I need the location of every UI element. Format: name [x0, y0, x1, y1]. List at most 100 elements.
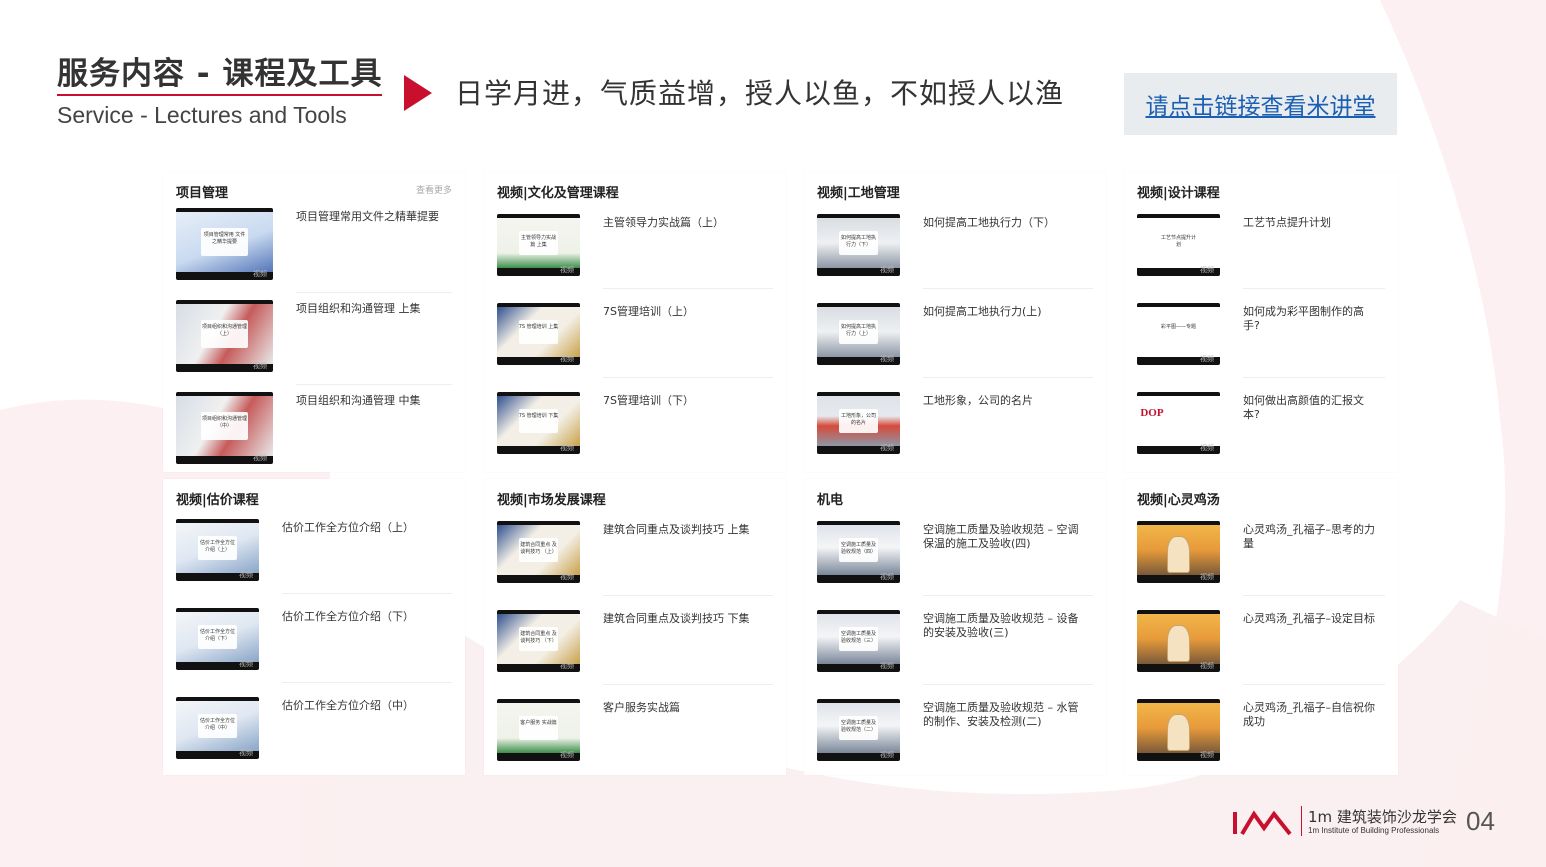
course-title-link[interactable]: 心灵鸡汤_孔福子–自信祝你成功 [1243, 701, 1377, 729]
video-tag: 视频 [1200, 355, 1214, 363]
video-thumbnail[interactable]: 视频 [1137, 521, 1220, 583]
video-thumbnail[interactable]: 如何提高工地执行力（下） 视频 [817, 214, 900, 276]
footer-org-name-en: 1m Institute of Building Professionals [1308, 826, 1440, 835]
course-title-link[interactable]: 客户服务实战篇 [603, 701, 765, 715]
video-thumbnail[interactable]: 空调施工质量及验收规范（四） 视频 [817, 521, 900, 583]
course-item[interactable]: 空调施工质量及验收规范（四） 视频 空调施工质量及验收规范 – 空调保温的施工及验收… [817, 521, 1093, 589]
course-title-link[interactable]: 估价工作全方位介绍（下） [282, 610, 444, 624]
video-thumbnail[interactable]: DOP 视频 [1137, 392, 1220, 454]
video-thumbnail[interactable]: 建筑合同重点 及谈判技巧 （上） 视频 [497, 521, 580, 583]
course-item[interactable]: 7S 管理培训 下集 视频 7S管理培训（下） [497, 392, 773, 460]
course-title-link[interactable]: 心灵鸡汤_孔福子–设定目标 [1243, 612, 1377, 626]
course-item[interactable]: 空调施工质量及验收规范（二） 视频 空调施工质量及验收规范 – 水管的制作、安装及检… [817, 699, 1093, 767]
course-title-link[interactable]: 项目组织和沟通管理 上集 [296, 302, 444, 316]
row-divider [1243, 288, 1385, 289]
course-title-link[interactable]: 建筑合同重点及谈判技巧 上集 [603, 523, 765, 537]
video-thumbnail[interactable]: 估价工作全方位介绍（中） 视频 [176, 697, 259, 759]
thumbnail-caption: 项目管理常用 文件之精华提要 [201, 228, 248, 256]
course-panel: 视频|设计课程 工艺节点提升计划 视频 工艺节点提升计划 彩平图——专题 视频 如何成为彩平… [1124, 172, 1398, 472]
video-thumbnail[interactable]: 视频 [1137, 699, 1220, 761]
video-tag: 视频 [239, 749, 253, 757]
video-thumbnail[interactable]: 空调施工质量及验收规范（三） 视频 [817, 610, 900, 672]
panel-title: 视频|设计课程 [1137, 186, 1220, 201]
course-item[interactable]: 项目组织和沟通管理 （上） 视频 项目组织和沟通管理 上集 [176, 300, 452, 378]
course-item[interactable]: 视频 心灵鸡汤_孔福子–思考的力量 [1137, 521, 1385, 589]
video-thumbnail[interactable]: 项目管理常用 文件之精华提要 视频 [176, 208, 273, 280]
course-title-link[interactable]: 如何提高工地执行力(上) [923, 305, 1085, 319]
course-item[interactable]: 视频 心灵鸡汤_孔福子–设定目标 [1137, 610, 1385, 678]
course-title-link[interactable]: 7S管理培训（下） [603, 394, 765, 408]
course-title-link[interactable]: 空调施工质量及验收规范 – 水管的制作、安装及检测(二) [923, 701, 1085, 729]
video-tag: 视频 [880, 573, 894, 581]
video-thumbnail[interactable]: 客户服务 实战篇 视频 [497, 699, 580, 761]
course-item[interactable]: 主管领导力实战篇 上集 视频 主管领导力实战篇（上） [497, 214, 773, 282]
video-thumbnail[interactable]: 工艺节点提升计划 视频 [1137, 214, 1220, 276]
course-item[interactable]: 空调施工质量及验收规范（三） 视频 空调施工质量及验收规范 – 设备的安装及验收(三… [817, 610, 1093, 678]
video-tag: 视频 [880, 751, 894, 759]
lecture-link-text[interactable]: 请点击链接查看米讲堂 [1146, 87, 1376, 121]
panel-title: 机电 [817, 493, 844, 508]
course-title-link[interactable]: 主管领导力实战篇（上） [603, 216, 765, 230]
row-divider [923, 288, 1093, 289]
video-thumbnail[interactable]: 主管领导力实战篇 上集 视频 [497, 214, 580, 276]
course-item[interactable]: 估价工作全方位介绍（下） 视频 估价工作全方位介绍（下） [176, 608, 452, 676]
video-thumbnail[interactable]: 估价工作全方位介绍（上） 视频 [176, 519, 259, 581]
course-title-link[interactable]: 心灵鸡汤_孔福子–思考的力量 [1243, 523, 1377, 551]
video-thumbnail[interactable]: 7S 管理培训 下集 视频 [497, 392, 580, 454]
course-title-link[interactable]: 工艺节点提升计划 [1243, 216, 1377, 230]
video-thumbnail[interactable]: 建筑合同重点 及谈判技巧 （下） 视频 [497, 610, 580, 672]
panel-title: 视频|工地管理 [817, 186, 900, 201]
course-title-link[interactable]: 项目管理常用文件之精華提要 [296, 210, 444, 224]
thumbnail-caption: 空调施工质量及验收规范（四） [838, 538, 879, 562]
course-item[interactable]: 建筑合同重点 及谈判技巧 （上） 视频 建筑合同重点及谈判技巧 上集 [497, 521, 773, 589]
thumbnail-caption: 估价工作全方位介绍（下） [197, 625, 238, 649]
course-title-link[interactable]: 工地形象，公司的名片 [923, 394, 1085, 408]
row-divider [923, 595, 1093, 596]
video-thumbnail[interactable]: 工地形象，公司的名片 视频 [817, 392, 900, 454]
video-tag: 视频 [560, 355, 574, 363]
course-item[interactable]: 工艺节点提升计划 视频 工艺节点提升计划 [1137, 214, 1385, 282]
course-item[interactable]: DOP 视频 如何做出高颜值的汇报文本? [1137, 392, 1385, 460]
course-item[interactable]: 建筑合同重点 及谈判技巧 （下） 视频 建筑合同重点及谈判技巧 下集 [497, 610, 773, 678]
course-title-link[interactable]: 空调施工质量及验收规范 – 空调保温的施工及验收(四) [923, 523, 1085, 551]
course-item[interactable]: 7S 管理培训 上集 视频 7S管理培训（上） [497, 303, 773, 371]
video-tag: 视频 [880, 355, 894, 363]
video-thumbnail[interactable]: 7S 管理培训 上集 视频 [497, 303, 580, 365]
panel-title: 视频|估价课程 [176, 493, 259, 508]
course-title-link[interactable]: 如何成为彩平图制作的高手? [1243, 305, 1377, 333]
course-item[interactable]: 如何提高工地执行力（下） 视频 如何提高工地执行力（下） [817, 214, 1093, 282]
course-title-link[interactable]: 空调施工质量及验收规范 – 设备的安装及验收(三) [923, 612, 1085, 640]
course-title-link[interactable]: 项目组织和沟通管理 中集 [296, 394, 444, 408]
course-item[interactable]: 项目组织和沟通管理 （中） 视频 项目组织和沟通管理 中集 [176, 392, 452, 470]
thumbnail-caption: 估价工作全方位介绍（上） [197, 536, 238, 560]
video-thumbnail[interactable]: 视频 [1137, 610, 1220, 672]
view-more-link[interactable]: 查看更多 [416, 183, 452, 196]
course-title-link[interactable]: 建筑合同重点及谈判技巧 下集 [603, 612, 765, 626]
thumbnail-caption: 空调施工质量及验收规范（三） [838, 627, 879, 651]
video-thumbnail[interactable]: 项目组织和沟通管理 （上） 视频 [176, 300, 273, 372]
video-thumbnail[interactable]: 空调施工质量及验收规范（二） 视频 [817, 699, 900, 761]
video-thumbnail[interactable]: 估价工作全方位介绍（下） 视频 [176, 608, 259, 670]
video-thumbnail[interactable]: 如何提高工地执行力（上） 视频 [817, 303, 900, 365]
course-title-link[interactable]: 如何提高工地执行力（下） [923, 216, 1085, 230]
course-item[interactable]: 项目管理常用 文件之精华提要 视频 项目管理常用文件之精華提要 [176, 208, 452, 286]
video-tag: 视频 [239, 660, 253, 668]
course-title-link[interactable]: 如何做出高颜值的汇报文本? [1243, 394, 1377, 422]
thumbnail-caption: 工艺节点提升计划 [1158, 231, 1199, 255]
course-title-link[interactable]: 7S管理培训（上） [603, 305, 765, 319]
lecture-link-button[interactable]: 请点击链接查看米讲堂 [1124, 73, 1397, 135]
course-item[interactable]: 估价工作全方位介绍（上） 视频 估价工作全方位介绍（上） [176, 519, 452, 587]
course-panel: 视频|工地管理 如何提高工地执行力（下） 视频 如何提高工地执行力（下） 如何提高工地执… [804, 172, 1106, 472]
course-item[interactable]: 客户服务 实战篇 视频 客户服务实战篇 [497, 699, 773, 767]
row-divider [603, 684, 773, 685]
course-item[interactable]: 工地形象，公司的名片 视频 工地形象，公司的名片 [817, 392, 1093, 460]
course-item[interactable]: 估价工作全方位介绍（中） 视频 估价工作全方位介绍（中） [176, 697, 452, 765]
video-thumbnail[interactable]: 项目组织和沟通管理 （中） 视频 [176, 392, 273, 464]
course-item[interactable]: 彩平图——专题 视频 如何成为彩平图制作的高手? [1137, 303, 1385, 371]
course-title-link[interactable]: 估价工作全方位介绍（中） [282, 699, 444, 713]
thumbnail-caption: 7S 管理培训 下集 [518, 409, 559, 433]
course-title-link[interactable]: 估价工作全方位介绍（上） [282, 521, 444, 535]
course-item[interactable]: 视频 心灵鸡汤_孔福子–自信祝你成功 [1137, 699, 1385, 767]
video-thumbnail[interactable]: 彩平图——专题 视频 [1137, 303, 1220, 365]
course-item[interactable]: 如何提高工地执行力（上） 视频 如何提高工地执行力(上) [817, 303, 1093, 371]
